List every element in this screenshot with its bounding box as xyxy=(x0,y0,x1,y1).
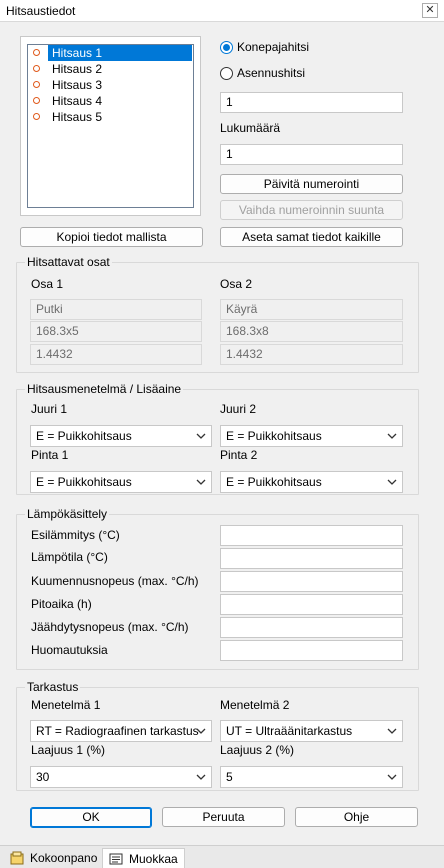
chevron-down-icon xyxy=(387,721,397,735)
method2-select[interactable]: UT = Ultraäänitarkastus xyxy=(220,720,403,742)
temperature-label: Lämpötila (°C) xyxy=(31,550,108,564)
set-same-all-button[interactable]: Aseta samat tiedot kaikille xyxy=(220,227,403,247)
method2-label: Menetelmä 2 xyxy=(220,698,290,712)
cooling-rate-input[interactable] xyxy=(220,617,403,638)
method1-select[interactable]: RT = Radiograafinen tarkastus xyxy=(30,720,212,742)
chevron-down-icon xyxy=(196,721,206,735)
list-item[interactable]: Hitsaus 4 xyxy=(28,93,193,109)
extent2-select[interactable]: 5 xyxy=(220,766,403,788)
chevron-down-icon xyxy=(387,767,397,781)
face1-select[interactable]: E = Puikkohitsaus xyxy=(30,471,212,493)
chevron-down-icon xyxy=(196,767,206,781)
heating-rate-input[interactable] xyxy=(220,571,403,592)
notes-label: Huomautuksia xyxy=(31,643,108,657)
method1-label: Menetelmä 1 xyxy=(31,698,101,712)
radio-checked-icon[interactable] xyxy=(220,40,233,54)
count-input[interactable]: 1 xyxy=(220,144,403,165)
extent1-select[interactable]: 30 xyxy=(30,766,212,788)
radio-konepajahitsi[interactable]: Konepajahitsi xyxy=(220,39,309,55)
process-group-title: Hitsausmenetelmä / Lisäaine xyxy=(25,382,184,396)
hold-time-label: Pitoaika (h) xyxy=(31,597,92,611)
title-bar: Hitsaustiedot ✕ xyxy=(0,0,444,22)
part2-size: 168.3x8 xyxy=(220,321,403,342)
face1-label: Pinta 1 xyxy=(31,448,69,462)
tab-kokoonpano[interactable]: Kokoonpano xyxy=(4,848,103,868)
root1-select[interactable]: E = Puikkohitsaus xyxy=(30,425,212,447)
part1-material: 1.4432 xyxy=(30,344,202,365)
list-item[interactable]: Hitsaus 2 xyxy=(28,61,193,77)
inspection-group-title: Tarkastus xyxy=(25,680,81,694)
list-item[interactable]: Hitsaus 1 xyxy=(28,45,193,61)
extent2-label: Laajuus 2 (%) xyxy=(220,743,295,757)
chevron-down-icon xyxy=(196,472,206,486)
root1-label: Juuri 1 xyxy=(31,402,68,416)
root2-select[interactable]: E = Puikkohitsaus xyxy=(220,425,403,447)
chevron-down-icon xyxy=(387,426,397,440)
window-title: Hitsaustiedot xyxy=(6,4,76,18)
weld-bullet-icon xyxy=(33,97,40,104)
list-item[interactable]: Hitsaus 5 xyxy=(28,109,193,125)
part2-profile: Käyrä xyxy=(220,299,403,320)
root2-label: Juuri 2 xyxy=(220,402,257,416)
extent1-label: Laajuus 1 (%) xyxy=(31,743,106,757)
cancel-button[interactable]: Peruuta xyxy=(162,807,285,827)
radio-unchecked-icon[interactable] xyxy=(220,66,233,80)
chevron-down-icon xyxy=(387,472,397,486)
part1-profile: Putki xyxy=(30,299,202,320)
close-icon[interactable]: ✕ xyxy=(422,3,438,18)
tab-muokkaa[interactable]: Muokkaa xyxy=(102,848,185,868)
heating-rate-label: Kuumennusnopeus (max. °C/h) xyxy=(31,574,199,588)
face2-label: Pinta 2 xyxy=(220,448,258,462)
part2-label: Osa 2 xyxy=(220,277,253,291)
radio-asennushitsi[interactable]: Asennushitsi xyxy=(220,65,305,81)
weld-list[interactable]: Hitsaus 1 Hitsaus 2 Hitsaus 3 Hitsaus 4 … xyxy=(27,44,194,208)
weld-bullet-icon xyxy=(33,81,40,88)
number-input[interactable]: 1 xyxy=(220,92,403,113)
hold-time-input[interactable] xyxy=(220,594,403,615)
bottom-tab-bar: Kokoonpano Muokkaa xyxy=(0,845,444,868)
part2-material: 1.4432 xyxy=(220,344,403,365)
part1-label: Osa 1 xyxy=(31,277,64,291)
notes-input[interactable] xyxy=(220,640,403,661)
help-button[interactable]: Ohje xyxy=(295,807,418,827)
heat-group-title: Lämpökäsittely xyxy=(25,507,110,521)
weld-list-frame: Hitsaus 1 Hitsaus 2 Hitsaus 3 Hitsaus 4 … xyxy=(20,36,201,216)
preheat-label: Esilämmitys (°C) xyxy=(31,528,120,542)
preheat-input[interactable] xyxy=(220,525,403,546)
list-item[interactable]: Hitsaus 3 xyxy=(28,77,193,93)
weld-bullet-icon xyxy=(33,65,40,72)
copy-from-model-button[interactable]: Kopioi tiedot mallista xyxy=(20,227,203,247)
edit-icon xyxy=(109,853,123,864)
weld-bullet-icon xyxy=(33,49,40,56)
parts-group-title: Hitsattavat osat xyxy=(25,255,112,269)
assembly-icon xyxy=(10,851,24,865)
ok-button[interactable]: OK xyxy=(30,807,152,828)
part1-size: 168.3x5 xyxy=(30,321,202,342)
update-numbering-button[interactable]: Päivitä numerointi xyxy=(220,174,403,194)
temperature-input[interactable] xyxy=(220,548,403,569)
weld-bullet-icon xyxy=(33,113,40,120)
chevron-down-icon xyxy=(196,426,206,440)
face2-select[interactable]: E = Puikkohitsaus xyxy=(220,471,403,493)
change-direction-button[interactable]: Vaihda numeroinnin suunta xyxy=(220,200,403,220)
count-label: Lukumäärä xyxy=(220,121,281,135)
cooling-rate-label: Jäähdytysnopeus (max. °C/h) xyxy=(31,620,189,634)
